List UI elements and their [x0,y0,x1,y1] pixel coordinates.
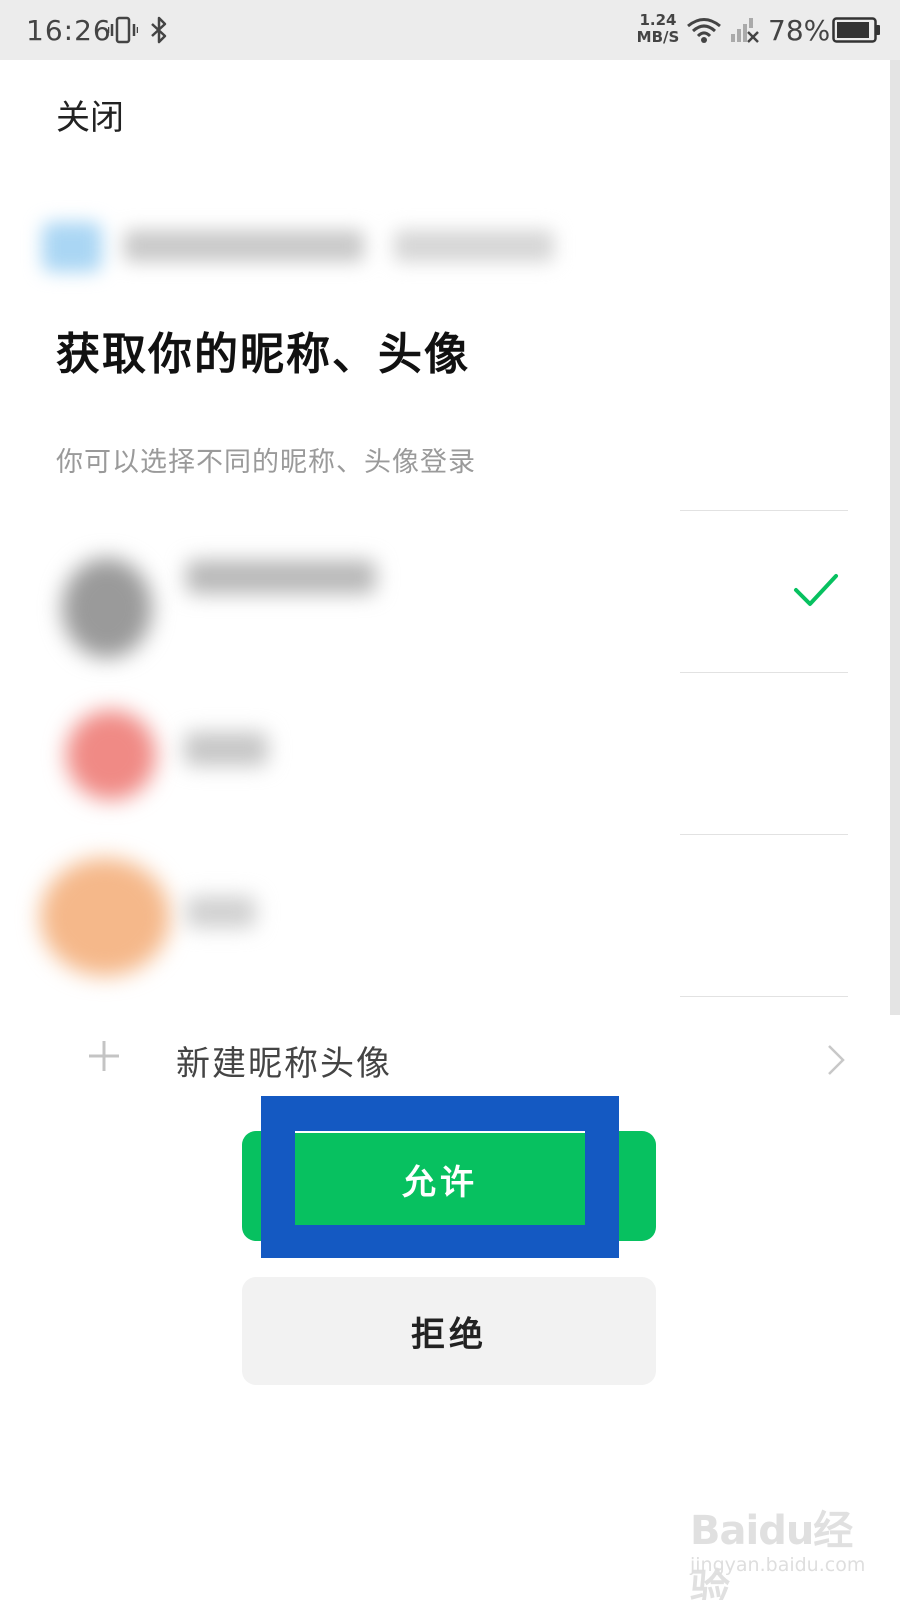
network-speed-unit: MB/S [636,28,680,46]
watermark-brand: Baidu经验 [690,1508,853,1600]
account-option-3[interactable] [0,836,690,996]
divider [680,996,848,997]
close-button[interactable]: 关闭 [56,90,124,139]
plus-icon [89,1041,119,1071]
account-option-2[interactable] [0,674,690,834]
status-bar: 16:26 1.24 MB/S 78% [0,0,900,60]
nickname-redacted [184,732,268,766]
allow-button[interactable]: 允许 [295,1131,585,1225]
divider [680,510,848,511]
watermark-url: jingyan.baidu.com [690,1554,866,1576]
authorization-screen: 16:26 1.24 MB/S 78% 关闭 获取你的昵称、头像 你可以选择不同… [0,0,900,1600]
page-title: 获取你的昵称、头像 [56,329,470,380]
status-time: 16:26 [26,14,112,47]
network-speed-value: 1.24 [639,11,677,29]
nickname-redacted [186,560,376,594]
page-subtitle: 你可以选择不同的昵称、头像登录 [56,447,476,478]
app-icon [42,222,102,272]
nickname-redacted [186,896,256,928]
new-profile-row[interactable] [0,1000,860,1110]
network-speed: 1.24 MB/S [636,12,680,46]
bluetooth-icon [151,16,167,44]
chevron-right-icon [828,1045,845,1075]
divider [680,672,848,673]
cellular-signal-icon [731,18,759,43]
vibrate-icon [108,16,138,44]
avatar [40,858,170,976]
reject-button[interactable]: 拒绝 [242,1277,656,1385]
scrollbar[interactable] [890,60,900,1015]
check-icon [794,574,838,606]
new-profile-label: 新建昵称头像 [176,1044,392,1084]
avatar [66,710,156,800]
app-name-redacted [124,230,364,262]
app-request-redacted [394,230,554,262]
account-option-1[interactable] [0,512,690,672]
battery-percent: 78% [768,14,831,47]
baidu-jingyan-watermark: Baidu经验 jingyan.baidu.com [690,1498,865,1600]
divider [680,834,848,835]
avatar [62,558,152,658]
wifi-icon [687,18,721,43]
app-info-banner [14,200,574,290]
battery-icon [832,17,880,43]
